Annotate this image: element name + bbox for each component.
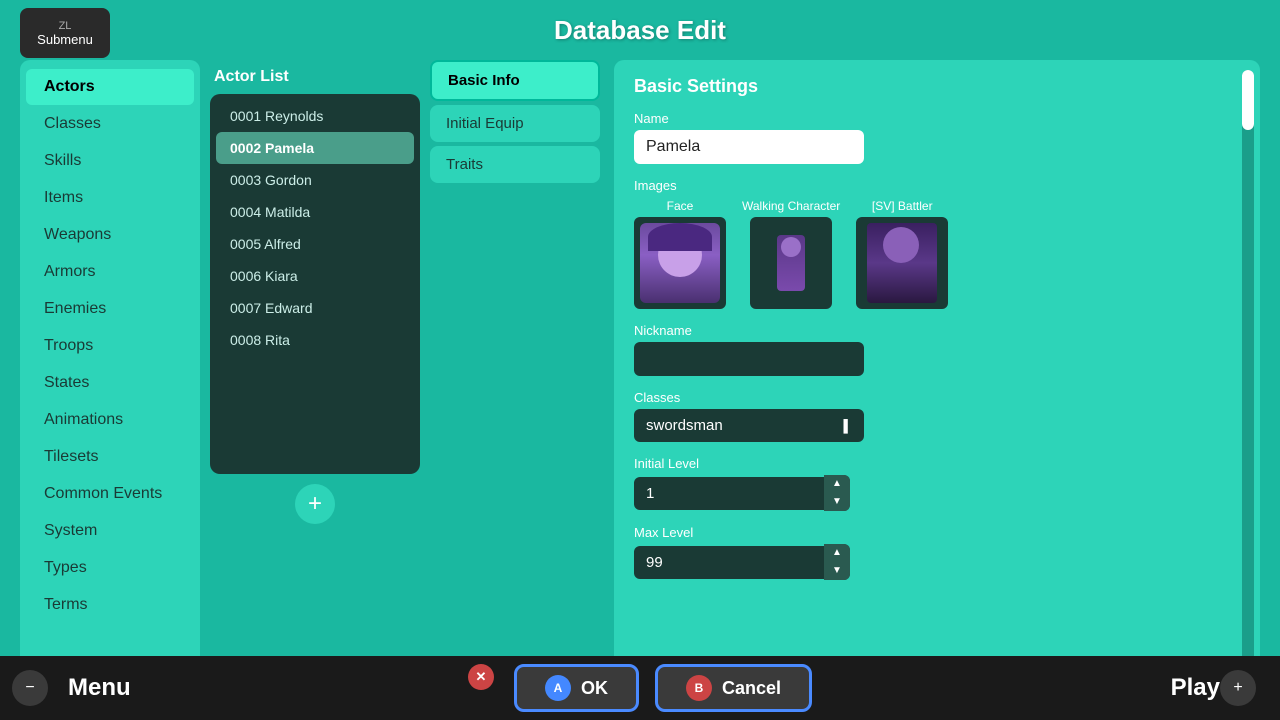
walk-image[interactable] [750, 217, 832, 309]
images-section: Images Face Walking Character [SV] Battl… [634, 178, 1240, 309]
cancel-label: Cancel [722, 678, 781, 699]
sidebar-item-system[interactable]: System [26, 513, 194, 549]
submenu-badge: ZL [59, 20, 72, 32]
walk-block: Walking Character [742, 199, 840, 309]
classes-field-group: Classes swordsman ▌ [634, 390, 1240, 442]
battler-sprite [867, 223, 937, 303]
tab-panel: Basic Info Initial Equip Traits [430, 60, 600, 680]
nickname-input[interactable] [634, 342, 864, 376]
actor-item-0004[interactable]: 0004 Matilda [216, 196, 414, 228]
sidebar-item-enemies[interactable]: Enemies [26, 291, 194, 327]
actor-item-0007[interactable]: 0007 Edward [216, 292, 414, 324]
name-label: Name [634, 111, 1240, 126]
ok-button[interactable]: A OK [514, 664, 639, 712]
submenu-label: Submenu [37, 32, 93, 47]
actor-list-panel: Actor List 0001 Reynolds 0002 Pamela 000… [210, 60, 420, 680]
actor-item-0008[interactable]: 0008 Rita [216, 324, 414, 356]
menu-circle-icon: − [12, 670, 48, 706]
classes-value: swordsman [646, 417, 723, 434]
play-circle-icon: + [1220, 670, 1256, 706]
sidebar-item-terms[interactable]: Terms [26, 587, 194, 623]
sidebar-item-tilesets[interactable]: Tilesets [26, 439, 194, 475]
sidebar-item-states[interactable]: States [26, 365, 194, 401]
tab-traits[interactable]: Traits [430, 146, 600, 183]
walk-sprite [777, 235, 805, 291]
nickname-label: Nickname [634, 323, 1240, 338]
sidebar-item-actors[interactable]: Actors [26, 69, 194, 105]
sidebar-item-common-events[interactable]: Common Events [26, 476, 194, 512]
initial-level-input[interactable] [634, 477, 824, 510]
actor-item-0005[interactable]: 0005 Alfred [216, 228, 414, 260]
actor-list-header: Actor List [210, 60, 420, 94]
play-label: Play [1171, 674, 1220, 702]
initial-level-down-button[interactable]: ▼ [824, 493, 850, 511]
initial-level-up-button[interactable]: ▲ [824, 475, 850, 493]
sv-battler-label: [SV] Battler [872, 199, 933, 213]
actor-list: 0001 Reynolds 0002 Pamela 0003 Gordon 00… [210, 94, 420, 474]
initial-level-label: Initial Level [634, 456, 1240, 471]
dropdown-arrow-icon: ▌ [843, 419, 852, 433]
submenu-button[interactable]: ZL Submenu [20, 8, 110, 58]
face-block: Face [634, 199, 726, 309]
max-level-group: Max Level ▲ ▼ [634, 525, 1240, 580]
ok-label: OK [581, 678, 608, 699]
classes-label: Classes [634, 390, 1240, 405]
initial-level-spinner-buttons: ▲ ▼ [824, 475, 850, 511]
sidebar-item-types[interactable]: Types [26, 550, 194, 586]
add-actor-btn-container: + [210, 484, 420, 524]
detail-panel-title: Basic Settings [634, 76, 1240, 97]
battler-block: [SV] Battler [856, 199, 948, 309]
actor-item-0002[interactable]: 0002 Pamela [216, 132, 414, 164]
bottom-right: Play + [1000, 670, 1280, 706]
tab-initial-equip[interactable]: Initial Equip [430, 105, 600, 142]
scrollbar-thumb [1242, 70, 1254, 130]
max-level-input[interactable] [634, 546, 824, 579]
menu-label: Menu [68, 674, 131, 702]
sidebar-item-items[interactable]: Items [26, 180, 194, 216]
sidebar-item-armors[interactable]: Armors [26, 254, 194, 290]
initial-level-group: Initial Level ▲ ▼ [634, 456, 1240, 511]
sidebar-item-classes[interactable]: Classes [26, 106, 194, 142]
x-button-icon: ✕ [468, 664, 494, 690]
max-level-up-button[interactable]: ▲ [824, 544, 850, 562]
add-actor-button[interactable]: + [295, 484, 335, 524]
bottom-left: − Menu [0, 670, 280, 706]
actor-item-0001[interactable]: 0001 Reynolds [216, 100, 414, 132]
max-level-label: Max Level [634, 525, 1240, 540]
max-level-down-button[interactable]: ▼ [824, 562, 850, 580]
face-label: Face [667, 199, 694, 213]
cancel-button[interactable]: B Cancel [655, 664, 812, 712]
scrollbar[interactable] [1242, 70, 1254, 670]
bottom-bar: − Menu ✕ A OK B Cancel Play + [0, 656, 1280, 720]
face-sprite [640, 223, 720, 303]
actor-item-0003[interactable]: 0003 Gordon [216, 164, 414, 196]
main-content: Actors Classes Skills Items Weapons Armo… [20, 60, 1260, 680]
images-row: Face Walking Character [SV] Battler [634, 199, 1240, 309]
bottom-center: ✕ A OK B Cancel [468, 664, 812, 712]
sidebar-item-skills[interactable]: Skills [26, 143, 194, 179]
sidebar-item-animations[interactable]: Animations [26, 402, 194, 438]
initial-level-spinner: ▲ ▼ [634, 475, 864, 511]
images-label: Images [634, 178, 1240, 193]
sidebar-item-weapons[interactable]: Weapons [26, 217, 194, 253]
name-input[interactable] [634, 130, 864, 164]
max-level-spinner-buttons: ▲ ▼ [824, 544, 850, 580]
actor-item-0006[interactable]: 0006 Kiara [216, 260, 414, 292]
nickname-field-group: Nickname [634, 323, 1240, 376]
sidebar-item-troops[interactable]: Troops [26, 328, 194, 364]
max-level-spinner: ▲ ▼ [634, 544, 864, 580]
top-bar: ZL Submenu Database Edit [0, 0, 1280, 60]
face-image[interactable] [634, 217, 726, 309]
sidebar: Actors Classes Skills Items Weapons Armo… [20, 60, 200, 680]
tab-basic-info[interactable]: Basic Info [430, 60, 600, 101]
a-button-icon: A [545, 675, 571, 701]
name-field-group: Name [634, 111, 1240, 164]
walking-character-label: Walking Character [742, 199, 840, 213]
battler-image[interactable] [856, 217, 948, 309]
b-button-icon: B [686, 675, 712, 701]
page-title: Database Edit [554, 15, 726, 46]
classes-dropdown[interactable]: swordsman ▌ [634, 409, 864, 442]
detail-panel: Basic Settings Name Images Face Walking … [614, 60, 1260, 680]
